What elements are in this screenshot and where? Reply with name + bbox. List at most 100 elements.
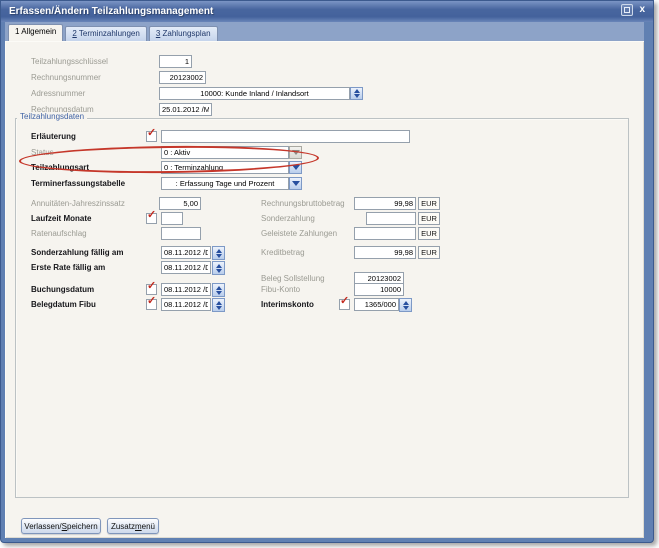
save-button-label-pre: Verlassen/ bbox=[24, 522, 61, 531]
arrow-down-icon bbox=[292, 165, 300, 170]
erste-rate-faellig-am-spinner-icon[interactable] bbox=[212, 261, 225, 275]
zusatzmenu-label-pre: Zusatz bbox=[111, 522, 135, 531]
kreditbetrag-unit: EUR bbox=[418, 246, 440, 259]
sonderzahlung-faellig-am-field[interactable] bbox=[161, 246, 211, 259]
status-field[interactable] bbox=[161, 146, 289, 159]
label-sonderzahlung-faellig-am: Sonderzahlung fällig am bbox=[31, 248, 123, 257]
label-adressnummer: Adressnummer bbox=[31, 89, 85, 98]
titlebar[interactable]: Erfassen/Ändern Teilzahlungsmanagement x bbox=[1, 1, 653, 22]
arrow-down-icon bbox=[216, 269, 222, 273]
label-rechnungsbruttobetrag: Rechnungsbruttobetrag bbox=[261, 199, 345, 208]
label-teilzahlungsart: Teilzahlungsart bbox=[31, 163, 89, 172]
tab-zahlungsplan-label: Zahlungsplan bbox=[160, 29, 210, 38]
arrow-up-icon bbox=[216, 301, 222, 305]
arrow-down-icon bbox=[403, 306, 409, 310]
label-sonderzahlung: Sonderzahlung bbox=[261, 214, 315, 223]
zusatzmenu-label-post: enü bbox=[142, 522, 155, 531]
label-interimskonto: Interimskonto bbox=[261, 300, 314, 309]
kreditbetrag-field[interactable] bbox=[354, 246, 416, 259]
belegdatum-fibu-spinner-icon[interactable] bbox=[212, 298, 225, 312]
belegdatum-fibu-field[interactable] bbox=[161, 298, 211, 311]
rechnungsnummer-field[interactable] bbox=[159, 71, 206, 84]
adressnummer-field[interactable] bbox=[159, 87, 350, 100]
label-geleistete-zahlungen: Geleistete Zahlungen bbox=[261, 229, 337, 238]
geleistete-zahlungen-unit: EUR bbox=[418, 227, 440, 240]
interimskonto-checkbox[interactable]: ✓ bbox=[339, 299, 350, 310]
arrow-up-icon bbox=[354, 89, 360, 93]
erlaeuterung-checkbox[interactable]: ✓ bbox=[146, 131, 157, 142]
label-terminerfassungstabelle: Terminerfassungstabelle bbox=[31, 179, 125, 188]
belegdatum-fibu-checkbox[interactable]: ✓ bbox=[146, 299, 157, 310]
buchungsdatum-field[interactable] bbox=[161, 283, 211, 296]
close-icon[interactable]: x bbox=[639, 4, 645, 16]
tab-terminzahlungen-label: Terminzahlungen bbox=[77, 29, 140, 38]
label-beleg-sollstellung: Beleg Sollstellung bbox=[261, 274, 325, 283]
label-buchungsdatum: Buchungsdatum bbox=[31, 285, 94, 294]
tab-strip: 1 Allgemein 2 Terminzahlungen 3 Zahlungs… bbox=[5, 22, 644, 41]
label-rechnungsnummer: Rechnungsnummer bbox=[31, 73, 101, 82]
rechnungsbruttobetrag-field[interactable] bbox=[354, 197, 416, 210]
laufzeit-monate-checkbox[interactable]: ✓ bbox=[146, 213, 157, 224]
arrow-down-icon bbox=[354, 94, 360, 98]
arrow-up-icon bbox=[216, 286, 222, 290]
adressnummer-spinner-icon[interactable] bbox=[350, 87, 363, 100]
check-icon: ✓ bbox=[147, 128, 156, 139]
erlaeuterung-field[interactable] bbox=[161, 130, 410, 143]
restore-inner-square bbox=[624, 7, 630, 13]
label-erste-rate-faellig-am: Erste Rate fällig am bbox=[31, 263, 105, 272]
verlassen-speichern-button[interactable]: Verlassen/Speichern bbox=[21, 518, 101, 534]
groupbox-label: Teilzahlungsdaten bbox=[17, 112, 87, 121]
interimskonto-spinner-icon[interactable] bbox=[399, 298, 412, 312]
arrow-down-icon bbox=[292, 150, 300, 155]
tab-terminzahlungen[interactable]: 2 Terminzahlungen bbox=[65, 26, 146, 41]
label-laufzeit-monate: Laufzeit Monate bbox=[31, 214, 91, 223]
check-icon: ✓ bbox=[147, 281, 156, 292]
groupbox-teilzahlungsdaten bbox=[15, 118, 629, 498]
annuitaeten-jahreszinssatz-field[interactable] bbox=[159, 197, 201, 210]
terminerfassungstabelle-dropdown-icon[interactable] bbox=[289, 177, 302, 190]
restore-window-icon[interactable] bbox=[621, 4, 633, 16]
tab-allgemein-label: 1 Allgemein bbox=[15, 27, 56, 36]
arrow-down-icon bbox=[292, 181, 300, 186]
label-annuitaeten-jahreszinssatz: Annuitäten-Jahreszinssatz bbox=[31, 199, 125, 208]
titlebar-icons: x bbox=[621, 4, 645, 16]
arrow-down-icon bbox=[216, 291, 222, 295]
label-kreditbetrag: Kreditbetrag bbox=[261, 248, 305, 257]
teilzahlungsart-field[interactable] bbox=[161, 161, 289, 174]
label-erlaeuterung: Erläuterung bbox=[31, 132, 76, 141]
label-status: Status bbox=[31, 148, 54, 157]
teilzahlungsart-dropdown-icon[interactable] bbox=[289, 161, 302, 174]
buchungsdatum-spinner-icon[interactable] bbox=[212, 283, 225, 297]
rechnungsbruttobetrag-unit: EUR bbox=[418, 197, 440, 210]
check-icon: ✓ bbox=[147, 210, 156, 221]
dialog-window: Erfassen/Ändern Teilzahlungsmanagement x… bbox=[0, 0, 654, 543]
interimskonto-field[interactable] bbox=[354, 298, 399, 311]
tab-zahlungsplan[interactable]: 3 Zahlungsplan bbox=[149, 26, 218, 41]
terminerfassungstabelle-field[interactable] bbox=[161, 177, 289, 190]
ratenaufschlag-field[interactable] bbox=[161, 227, 201, 240]
fibu-konto-field[interactable] bbox=[354, 283, 404, 296]
sonderzahlung-faellig-am-spinner-icon[interactable] bbox=[212, 246, 225, 260]
zusatzmenu-button[interactable]: Zusatzmenü bbox=[107, 518, 159, 534]
laufzeit-monate-field[interactable] bbox=[161, 212, 183, 225]
label-belegdatum-fibu: Belegdatum Fibu bbox=[31, 300, 96, 309]
zusatzmenu-mnemonic: m bbox=[135, 522, 142, 531]
label-ratenaufschlag: Ratenaufschlag bbox=[31, 229, 87, 238]
teilzahlungsschluessel-field[interactable] bbox=[159, 55, 192, 68]
tab-page-allgemein: Teilzahlungsschlüssel Rechnungsnummer Ad… bbox=[5, 41, 644, 538]
arrow-up-icon bbox=[216, 264, 222, 268]
sonderzahlung-field[interactable] bbox=[366, 212, 416, 225]
buchungsdatum-checkbox[interactable]: ✓ bbox=[146, 284, 157, 295]
rechnungsdatum-field[interactable] bbox=[159, 103, 212, 116]
tab-allgemein[interactable]: 1 Allgemein bbox=[8, 24, 63, 41]
arrow-up-icon bbox=[216, 249, 222, 253]
arrow-down-icon bbox=[216, 306, 222, 310]
label-teilzahlungsschluessel: Teilzahlungsschlüssel bbox=[31, 57, 108, 66]
check-icon: ✓ bbox=[340, 296, 349, 307]
erste-rate-faellig-am-field[interactable] bbox=[161, 261, 211, 274]
label-fibu-konto: Fibu-Konto bbox=[261, 285, 300, 294]
geleistete-zahlungen-field[interactable] bbox=[354, 227, 416, 240]
save-button-label-post: peichern bbox=[67, 522, 98, 531]
arrow-down-icon bbox=[216, 254, 222, 258]
check-icon: ✓ bbox=[147, 296, 156, 307]
